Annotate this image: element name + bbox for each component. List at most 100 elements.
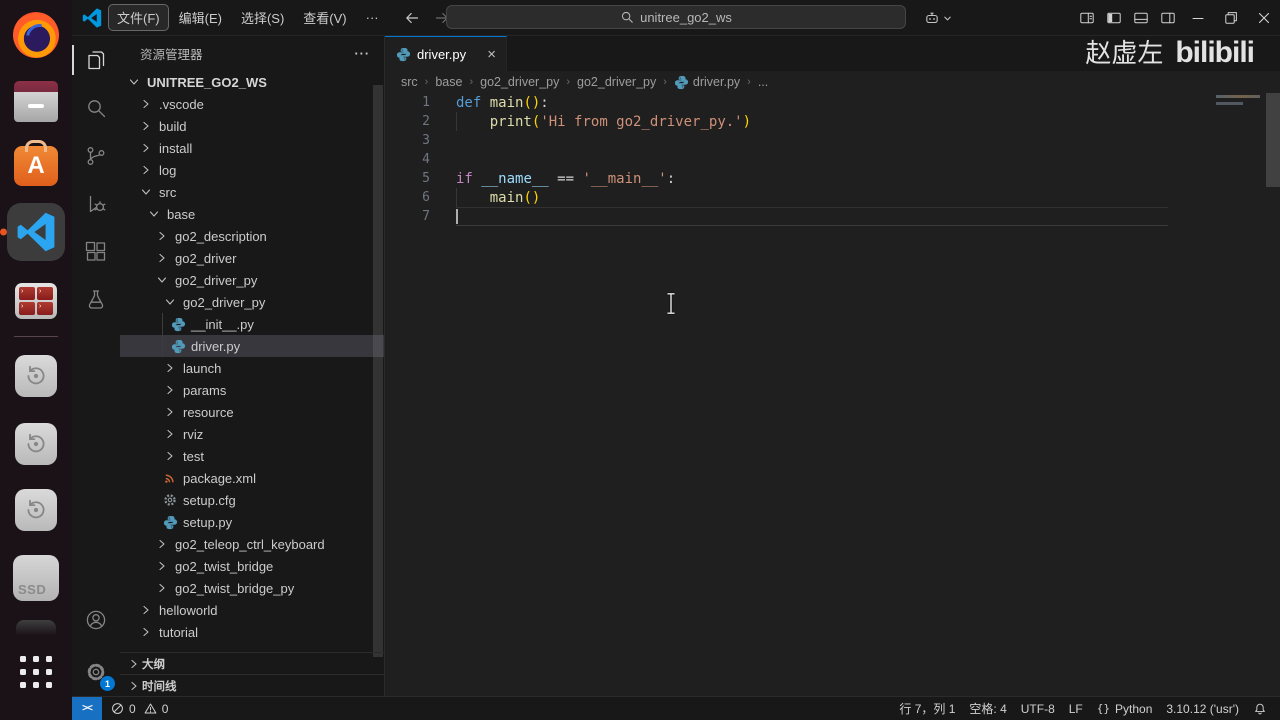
minimize-button[interactable] — [1181, 0, 1214, 36]
removable-media-2-icon[interactable] — [15, 423, 57, 465]
tree-item-driver-py[interactable]: driver.py — [120, 335, 384, 357]
chevron-right-icon[interactable] — [154, 580, 170, 596]
breadcrumb-item-[interactable]: ... — [758, 75, 768, 89]
section-outline[interactable]: 大纲 — [120, 652, 384, 674]
chevron-right-icon[interactable] — [138, 118, 154, 134]
chevron-down-icon[interactable] — [126, 74, 142, 90]
status-encoding[interactable]: UTF-8 — [1014, 702, 1062, 716]
tree-item-go2-description[interactable]: go2_description — [120, 225, 384, 247]
problems-status[interactable]: 0 0 — [102, 702, 180, 716]
toggle-secondary-sidebar-button[interactable] — [1154, 0, 1181, 36]
tree-item-package-xml[interactable]: package.xml — [120, 467, 384, 489]
toggle-primary-sidebar-button[interactable] — [1100, 0, 1127, 36]
chevron-down-icon[interactable] — [146, 206, 162, 222]
tree-item-tutorial[interactable]: tutorial — [120, 621, 384, 643]
firefox-icon[interactable] — [13, 12, 59, 58]
chevron-right-icon[interactable] — [154, 558, 170, 574]
tree-item-go2-driver[interactable]: go2_driver — [120, 247, 384, 269]
tree-item-helloworld[interactable]: helloworld — [120, 599, 384, 621]
activity-explorer[interactable] — [72, 36, 120, 84]
tree-root[interactable]: UNITREE_GO2_WS — [120, 71, 384, 93]
tree-item-setup-py[interactable]: setup.py — [120, 511, 384, 533]
tree-item-init-py[interactable]: __init__.py — [120, 313, 384, 335]
tree-item-go2-teleop-ctrl-keyboard[interactable]: go2_teleop_ctrl_keyboard — [120, 533, 384, 555]
menu-more[interactable]: ··· — [357, 6, 388, 29]
tree-item-params[interactable]: params — [120, 379, 384, 401]
customize-layout-button[interactable] — [1073, 0, 1100, 36]
chevron-right-icon[interactable] — [126, 678, 142, 694]
app-grid-button[interactable] — [20, 656, 52, 688]
file-manager-icon[interactable] — [14, 81, 58, 122]
chevron-down-icon[interactable] — [154, 272, 170, 288]
tree-item-base[interactable]: base — [120, 203, 384, 225]
status-notifications[interactable] — [1246, 702, 1274, 716]
chevron-right-icon[interactable] — [154, 536, 170, 552]
status-cursor-position[interactable]: 行 7，列 1 — [892, 700, 962, 717]
breadcrumb-item-base[interactable]: base — [435, 75, 462, 89]
remote-indicator[interactable]: >< — [72, 697, 102, 720]
chevron-right-icon[interactable] — [162, 426, 178, 442]
chevron-right-icon[interactable] — [138, 602, 154, 618]
status-python-interpreter[interactable]: 3.10.12 ('usr') — [1159, 702, 1246, 716]
ubuntu-software-icon[interactable] — [14, 146, 58, 186]
menu-selection[interactable]: 选择(S) — [232, 4, 293, 31]
chevron-right-icon[interactable] — [162, 448, 178, 464]
activity-extensions[interactable] — [72, 228, 120, 276]
code-editor[interactable]: 1 def main(): 2 print('Hi from go2_driver_… — [385, 93, 1280, 696]
breadcrumb-item-driver-py[interactable]: driver.py — [674, 75, 740, 90]
tree-item-go2-driver-py[interactable]: go2_driver_py — [120, 269, 384, 291]
tree-item-vscode[interactable]: .vscode — [120, 93, 384, 115]
status-language-mode[interactable]: {} Python — [1090, 702, 1160, 716]
ssd-drive-icon[interactable]: SSD — [13, 555, 59, 601]
sidebar-more-actions[interactable]: ··· — [355, 47, 371, 61]
close-button[interactable] — [1247, 0, 1280, 36]
tree-item-log[interactable]: log — [120, 159, 384, 181]
chevron-down-icon[interactable] — [162, 294, 178, 310]
copilot-button[interactable] — [924, 0, 952, 36]
chevron-right-icon[interactable] — [126, 656, 142, 672]
section-timeline[interactable]: 时间线 — [120, 674, 384, 696]
chevron-right-icon[interactable] — [162, 404, 178, 420]
activity-account[interactable] — [72, 596, 120, 644]
chevron-right-icon[interactable] — [138, 624, 154, 640]
tree-item-go2-twist-bridge[interactable]: go2_twist_bridge — [120, 555, 384, 577]
tree-item-launch[interactable]: launch — [120, 357, 384, 379]
activity-source-control[interactable] — [72, 132, 120, 180]
menu-file[interactable]: 文件(F) — [108, 4, 169, 31]
tab-driver-py[interactable]: driver.py × — [385, 36, 507, 71]
chevron-right-icon[interactable] — [138, 162, 154, 178]
tree-item-go2-driver-py[interactable]: go2_driver_py — [120, 291, 384, 313]
removable-media-3-icon[interactable] — [15, 489, 57, 531]
menu-edit[interactable]: 编辑(E) — [170, 4, 231, 31]
tree-item-test[interactable]: test — [120, 445, 384, 467]
activity-run-and-debug[interactable] — [72, 180, 120, 228]
breadcrumb-item-go2-driver-py[interactable]: go2_driver_py — [577, 75, 656, 89]
chevron-down-icon[interactable] — [138, 184, 154, 200]
status-eol[interactable]: LF — [1062, 702, 1090, 716]
terminator-terminal-icon[interactable] — [15, 283, 57, 319]
activity-search[interactable] — [72, 84, 120, 132]
sidebar-scrollbar[interactable] — [373, 85, 383, 657]
tree-item-src[interactable]: src — [120, 181, 384, 203]
breadcrumb-item-src[interactable]: src — [401, 75, 418, 89]
removable-media-1-icon[interactable] — [15, 355, 57, 397]
chevron-right-icon[interactable] — [138, 140, 154, 156]
tree-item-resource[interactable]: resource — [120, 401, 384, 423]
tree-item-install[interactable]: install — [120, 137, 384, 159]
chevron-right-icon[interactable] — [138, 96, 154, 112]
editor-scrollbar[interactable] — [1266, 93, 1280, 187]
tree-item-go2-twist-bridge-py[interactable]: go2_twist_bridge_py — [120, 577, 384, 599]
chevron-right-icon[interactable] — [162, 360, 178, 376]
tree-item-setup-cfg[interactable]: setup.cfg — [120, 489, 384, 511]
back-arrow-icon[interactable] — [404, 10, 420, 26]
tab-close-icon[interactable]: × — [487, 47, 496, 62]
menu-view[interactable]: 查看(V) — [294, 4, 355, 31]
tree-item-rviz[interactable]: rviz — [120, 423, 384, 445]
chevron-right-icon[interactable] — [154, 228, 170, 244]
restore-button[interactable] — [1214, 0, 1247, 36]
vscode-dock-icon[interactable] — [0, 203, 65, 261]
chevron-right-icon[interactable] — [162, 382, 178, 398]
activity-testing[interactable] — [72, 276, 120, 324]
tree-item-build[interactable]: build — [120, 115, 384, 137]
breadcrumb-item-go2-driver-py[interactable]: go2_driver_py — [480, 75, 559, 89]
